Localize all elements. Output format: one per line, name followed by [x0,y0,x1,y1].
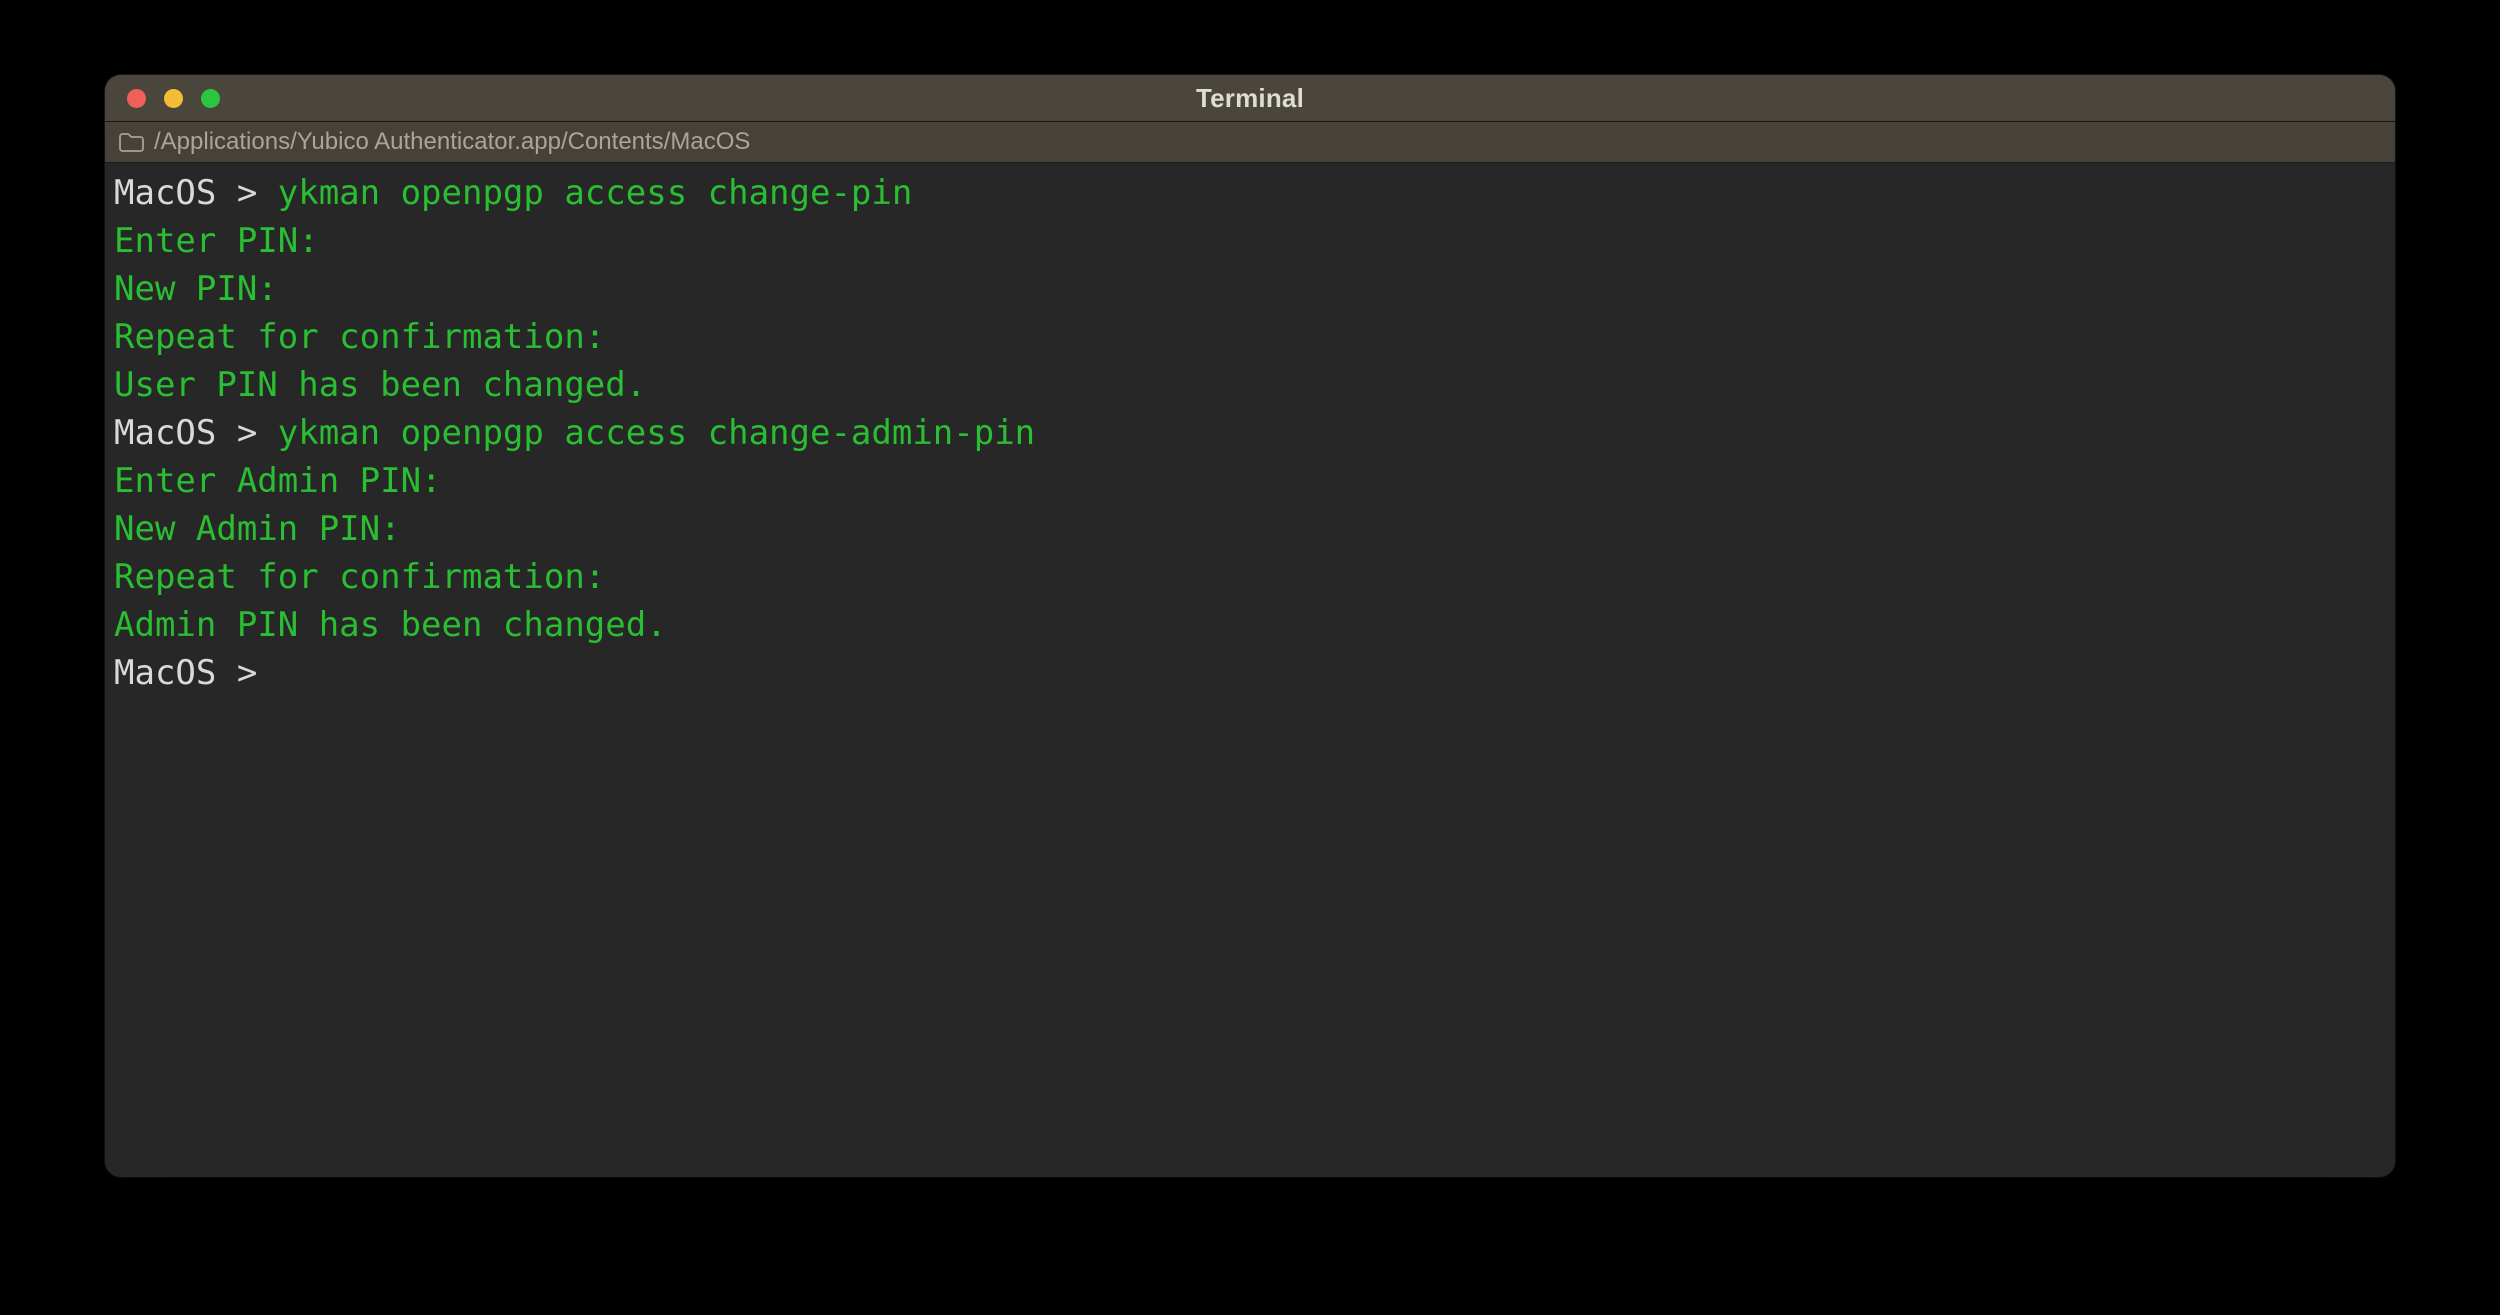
working-directory-path: /Applications/Yubico Authenticator.app/C… [154,128,751,155]
desktop-background: Terminal /Applications/Yubico Authentica… [0,0,2500,1315]
close-button[interactable] [127,88,146,108]
terminal-line: MacOS > ykman openpgp access change-pin [114,169,2385,217]
window-controls [127,75,220,121]
terminal-text-segment: New PIN: [114,269,278,309]
terminal-line: Enter Admin PIN: [114,457,2385,505]
terminal-text-segment: Enter PIN: [114,221,319,261]
terminal-line: Repeat for confirmation: [114,313,2385,361]
terminal-text-segment: Admin PIN has been changed. [114,605,667,645]
terminal-line: Enter PIN: [114,217,2385,265]
terminal-line: User PIN has been changed. [114,361,2385,409]
terminal-text-segment: MacOS > [114,173,278,213]
terminal-window: Terminal /Applications/Yubico Authentica… [105,75,2395,1177]
terminal-text-segment: User PIN has been changed. [114,365,647,405]
terminal-line: Repeat for confirmation: [114,553,2385,601]
terminal-text-segment: MacOS > [114,653,278,693]
minimize-button[interactable] [164,88,183,108]
zoom-button[interactable] [201,88,220,108]
terminal-output[interactable]: MacOS > ykman openpgp access change-pin E… [105,163,2395,1177]
terminal-text-segment: ykman openpgp access change-admin-pin [277,413,1036,453]
terminal-text-segment: Repeat for confirmation: [114,557,606,597]
terminal-text-segment: Enter Admin PIN: [114,461,442,501]
terminal-text-segment: Repeat for confirmation: [114,317,606,357]
window-titlebar[interactable]: Terminal [105,75,2395,122]
working-directory-bar: /Applications/Yubico Authenticator.app/C… [105,122,2395,163]
terminal-line: MacOS > ykman openpgp access change-admi… [114,409,2385,457]
terminal-line: Admin PIN has been changed. [114,601,2385,649]
terminal-text-segment: MacOS > [114,413,278,453]
terminal-line: New Admin PIN: [114,505,2385,553]
terminal-text-segment: ykman openpgp access change-pin [277,173,913,213]
window-title: Terminal [1195,82,1305,113]
folder-icon [119,132,144,152]
terminal-line: New PIN: [114,265,2385,313]
terminal-text-segment: New Admin PIN: [114,509,401,549]
terminal-line: MacOS > [114,649,2385,697]
